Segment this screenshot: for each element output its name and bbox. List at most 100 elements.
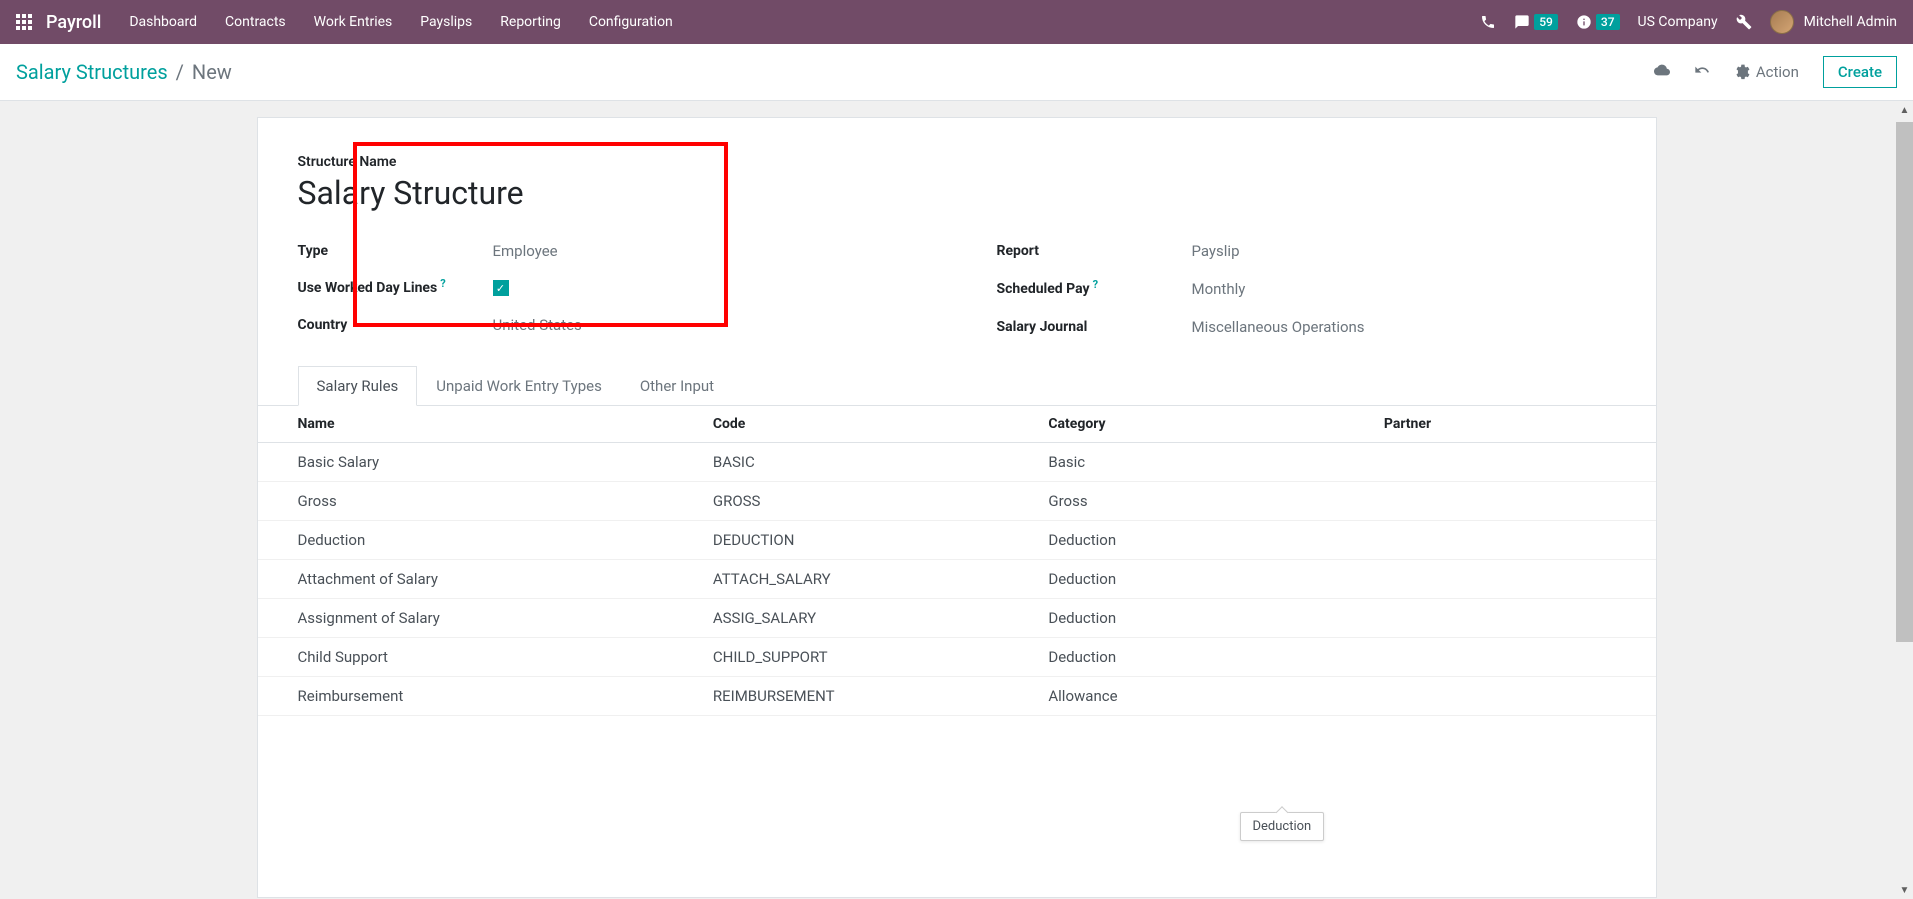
- cell-code: REIMBURSEMENT: [705, 677, 1041, 716]
- tab-unpaid-work-entry[interactable]: Unpaid Work Entry Types: [417, 366, 621, 406]
- cell-partner: [1376, 677, 1656, 716]
- report-value[interactable]: Payslip: [1192, 242, 1240, 260]
- cell-name: Deduction: [258, 521, 705, 560]
- cell-partner: [1376, 482, 1656, 521]
- cell-code: CHILD_SUPPORT: [705, 638, 1041, 677]
- breadcrumb: Salary Structures / New: [16, 60, 232, 84]
- cell-name: Basic Salary: [258, 443, 705, 482]
- scroll-down-icon[interactable]: ▼: [1896, 882, 1913, 899]
- navbar: Payroll Dashboard Contracts Work Entries…: [0, 0, 1913, 44]
- help-icon[interactable]: ?: [1093, 278, 1098, 291]
- type-field: Type Employee: [298, 232, 917, 270]
- nav-item-configuration[interactable]: Configuration: [589, 14, 673, 30]
- nav-item-payslips[interactable]: Payslips: [420, 14, 472, 30]
- cell-category: Deduction: [1040, 638, 1376, 677]
- nav-item-dashboard[interactable]: Dashboard: [129, 14, 197, 30]
- country-value[interactable]: United States: [493, 316, 582, 334]
- nav-menu: Dashboard Contracts Work Entries Payslip…: [129, 14, 672, 30]
- type-value[interactable]: Employee: [493, 242, 558, 260]
- cell-code: ATTACH_SALARY: [705, 560, 1041, 599]
- cloud-icon[interactable]: [1654, 62, 1670, 82]
- user-menu[interactable]: Mitchell Admin: [1770, 10, 1897, 34]
- main-container: Structure Name Salary Structure Type Emp…: [0, 101, 1913, 898]
- report-label: Report: [997, 243, 1192, 259]
- cell-category: Deduction: [1040, 599, 1376, 638]
- cell-partner: [1376, 560, 1656, 599]
- table-row[interactable]: DeductionDEDUCTIONDeduction: [258, 521, 1656, 560]
- nav-item-work-entries[interactable]: Work Entries: [314, 14, 393, 30]
- cell-code: GROSS: [705, 482, 1041, 521]
- rules-table: Name Code Category Partner Basic SalaryB…: [258, 406, 1656, 716]
- scrollbar-thumb[interactable]: [1896, 122, 1913, 642]
- undo-icon[interactable]: [1694, 62, 1710, 82]
- cell-code: ASSIG_SALARY: [705, 599, 1041, 638]
- country-field: Country United States: [298, 306, 917, 344]
- cell-partner: [1376, 638, 1656, 677]
- app-name[interactable]: Payroll: [46, 12, 101, 33]
- table-row[interactable]: Child SupportCHILD_SUPPORTDeduction: [258, 638, 1656, 677]
- salary-journal-value[interactable]: Miscellaneous Operations: [1192, 318, 1365, 336]
- table-row[interactable]: Basic SalaryBASICBasic: [258, 443, 1656, 482]
- scrollbar[interactable]: ▲ ▼: [1896, 102, 1913, 899]
- activities-count: 37: [1596, 14, 1620, 30]
- structure-name[interactable]: Salary Structure: [298, 174, 1616, 212]
- scheduled-pay-field: Scheduled Pay ? Monthly: [997, 270, 1616, 308]
- country-label: Country: [298, 317, 493, 333]
- messages-count: 59: [1534, 14, 1558, 30]
- table-header-row: Name Code Category Partner: [258, 406, 1656, 443]
- debug-icon[interactable]: [1736, 14, 1752, 30]
- tab-other-input[interactable]: Other Input: [621, 366, 733, 406]
- worked-day-checkbox[interactable]: ✓: [493, 280, 509, 296]
- scheduled-pay-value[interactable]: Monthly: [1192, 280, 1246, 298]
- header-code[interactable]: Code: [705, 406, 1041, 443]
- cell-category: Allowance: [1040, 677, 1376, 716]
- apps-icon[interactable]: [16, 14, 32, 30]
- cell-partner: [1376, 521, 1656, 560]
- action-dropdown[interactable]: Action: [1734, 63, 1799, 81]
- structure-name-label: Structure Name: [298, 154, 1616, 170]
- help-icon[interactable]: ?: [440, 277, 445, 290]
- tabs: Salary Rules Unpaid Work Entry Types Oth…: [258, 366, 1656, 406]
- fields-grid: Type Employee Use Worked Day Lines ? ✓ C…: [258, 232, 1656, 346]
- scroll-up-icon[interactable]: ▲: [1896, 102, 1913, 119]
- left-column: Type Employee Use Worked Day Lines ? ✓ C…: [298, 232, 917, 346]
- cell-partner: [1376, 599, 1656, 638]
- header-category[interactable]: Category: [1040, 406, 1376, 443]
- header-name[interactable]: Name: [258, 406, 705, 443]
- cell-name: Reimbursement: [258, 677, 705, 716]
- cell-code: DEDUCTION: [705, 521, 1041, 560]
- messages-button[interactable]: 59: [1514, 14, 1558, 30]
- header-partner[interactable]: Partner: [1376, 406, 1656, 443]
- table-row[interactable]: ReimbursementREIMBURSEMENTAllowance: [258, 677, 1656, 716]
- cell-name: Child Support: [258, 638, 705, 677]
- company-selector[interactable]: US Company: [1638, 14, 1718, 30]
- create-button[interactable]: Create: [1823, 56, 1897, 88]
- tooltip-popup: Deduction: [1240, 812, 1325, 841]
- scheduled-pay-label: Scheduled Pay ?: [997, 281, 1192, 297]
- report-field: Report Payslip: [997, 232, 1616, 270]
- cell-category: Deduction: [1040, 521, 1376, 560]
- breadcrumb-parent[interactable]: Salary Structures: [16, 60, 168, 84]
- cell-category: Gross: [1040, 482, 1376, 521]
- cell-partner: [1376, 443, 1656, 482]
- control-panel: Salary Structures / New Action Create: [0, 44, 1913, 101]
- activities-button[interactable]: 37: [1576, 14, 1620, 30]
- tab-salary-rules[interactable]: Salary Rules: [298, 366, 418, 406]
- table-row[interactable]: Attachment of SalaryATTACH_SALARYDeducti…: [258, 560, 1656, 599]
- action-label: Action: [1756, 63, 1799, 81]
- salary-journal-field: Salary Journal Miscellaneous Operations: [997, 308, 1616, 346]
- cell-name: Attachment of Salary: [258, 560, 705, 599]
- support-icon[interactable]: [1480, 14, 1496, 30]
- nav-item-contracts[interactable]: Contracts: [225, 14, 286, 30]
- salary-journal-label: Salary Journal: [997, 319, 1192, 335]
- cell-name: Assignment of Salary: [258, 599, 705, 638]
- navbar-left: Payroll Dashboard Contracts Work Entries…: [16, 12, 673, 33]
- nav-item-reporting[interactable]: Reporting: [500, 14, 561, 30]
- table-row[interactable]: GrossGROSSGross: [258, 482, 1656, 521]
- table-row[interactable]: Assignment of SalaryASSIG_SALARYDeductio…: [258, 599, 1656, 638]
- cell-code: BASIC: [705, 443, 1041, 482]
- worked-day-field: Use Worked Day Lines ? ✓: [298, 270, 917, 306]
- form-sheet: Structure Name Salary Structure Type Emp…: [257, 117, 1657, 898]
- worked-day-label: Use Worked Day Lines ?: [298, 280, 493, 296]
- cell-category: Basic: [1040, 443, 1376, 482]
